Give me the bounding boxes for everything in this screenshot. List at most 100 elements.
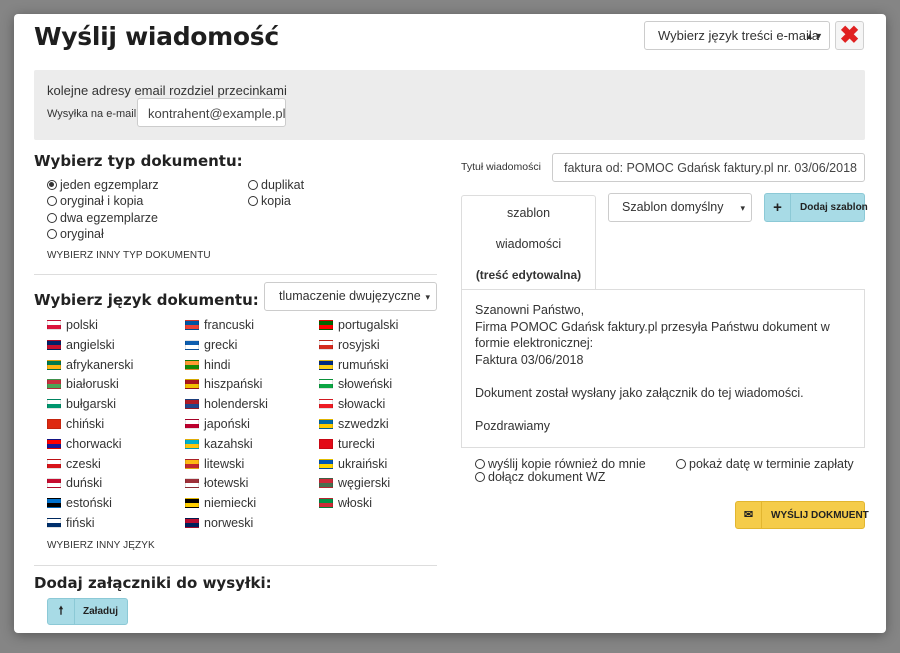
language-option[interactable]: francuski [185, 318, 254, 334]
language-option[interactable]: węgierski [319, 476, 390, 492]
message-body[interactable]: Szanowni Państwo, Firma POMOC Gdańsk fak… [461, 289, 865, 448]
language-option[interactable]: afrykanerski [47, 358, 133, 374]
show-due-date-option[interactable]: pokaż datę w terminie zapłaty [676, 457, 854, 471]
doc-type-option[interactable]: duplikat [248, 178, 304, 192]
language-option[interactable]: portugalski [319, 318, 398, 334]
language-option[interactable]: słoweński [319, 377, 392, 393]
language-option[interactable]: estoński [47, 496, 112, 512]
language-option[interactable]: norweski [185, 516, 253, 532]
add-template-label: Dodaj szablon [800, 202, 868, 213]
language-label: chorwacki [66, 437, 122, 451]
message-line: Firma POMOC Gdańsk faktury.pl przesyła P… [475, 319, 830, 351]
language-label: duński [66, 476, 103, 490]
language-option[interactable]: duński [47, 476, 102, 492]
add-template-button[interactable]: + Dodaj szablon [764, 193, 868, 222]
template-select[interactable]: Szablon domyślny ▾ [608, 193, 752, 222]
email-language-select[interactable]: Wybierz język treści e-maila ▲▼ [644, 21, 830, 50]
flag-icon [319, 379, 333, 389]
language-option[interactable]: grecki [185, 338, 237, 354]
other-doc-type-link[interactable]: WYBIERZ INNY TYP DOKUMENTU [47, 250, 211, 261]
language-label: afrykanerski [66, 358, 134, 372]
flag-icon [319, 320, 333, 330]
subject-input[interactable]: faktura od: POMOC Gdańsk faktury.pl nr. … [552, 153, 865, 182]
language-option[interactable]: japoński [185, 417, 250, 433]
language-option[interactable]: rumuński [319, 358, 389, 374]
language-option[interactable]: rosyjski [319, 338, 380, 354]
caret-down-icon: ▾ [740, 203, 745, 213]
language-label: białoruski [66, 377, 119, 391]
arrow-up-icon: 🠕 [48, 599, 75, 624]
flag-icon [47, 459, 61, 469]
tab-template[interactable]: szablon wiadomości (treść edytowalna) [461, 195, 596, 290]
send-copy-option[interactable]: wyślij kopie również do mnie [475, 457, 646, 471]
language-option[interactable]: hindi [185, 358, 230, 374]
language-label: węgierski [338, 476, 391, 490]
flag-icon [185, 320, 199, 330]
flag-icon [47, 518, 61, 528]
upload-button[interactable]: 🠕 Załaduj [47, 598, 128, 625]
language-option[interactable]: czeski [47, 457, 101, 473]
language-option[interactable]: chiński [47, 417, 104, 433]
flag-icon [185, 340, 199, 350]
language-option[interactable]: hiszpański [185, 377, 262, 393]
email-language-select-value: Wybierz język treści e-maila [658, 28, 819, 43]
doc-type-option[interactable]: kopia [248, 194, 291, 208]
radio-checked-icon [47, 180, 57, 190]
message-line: Dokument został wysłany jako załącznik d… [475, 385, 804, 400]
language-option[interactable]: angielski [47, 338, 115, 354]
language-option[interactable]: polski [47, 318, 98, 334]
doc-type-heading: Wybierz typ dokumentu: [34, 152, 243, 170]
language-option[interactable]: łotewski [185, 476, 248, 492]
radio-icon [676, 459, 686, 469]
language-option[interactable]: turecki [319, 437, 375, 453]
language-label: włoski [338, 496, 373, 510]
email-input[interactable]: kontrahent@example.pl [137, 98, 286, 127]
language-option[interactable]: chorwacki [47, 437, 122, 453]
language-label: czeski [66, 457, 101, 471]
attachments-heading: Dodaj załączniki do wysyłki: [34, 574, 272, 592]
language-option[interactable]: niemiecki [185, 496, 256, 512]
flag-icon [319, 439, 333, 449]
close-button[interactable]: ✖ [835, 21, 864, 50]
language-label: portugalski [338, 318, 399, 332]
flag-icon [47, 320, 61, 330]
language-option[interactable]: słowacki [319, 397, 385, 413]
language-option[interactable]: fiński [47, 516, 94, 532]
doc-type-option[interactable]: jeden egzemplarz [47, 178, 159, 192]
other-language-link[interactable]: WYBIERZ INNY JĘZYK [47, 540, 155, 551]
radio-icon [47, 213, 57, 223]
tab-label: wiadomości [495, 237, 562, 251]
language-option[interactable]: ukraiński [319, 457, 387, 473]
language-option[interactable]: holenderski [185, 397, 268, 413]
flag-icon [47, 340, 61, 350]
language-option[interactable]: włoski [319, 496, 372, 512]
language-option[interactable]: kazahski [185, 437, 253, 453]
language-label: szwedzki [338, 417, 389, 431]
doc-type-option[interactable]: dwa egzemplarze [47, 211, 158, 225]
flag-icon [185, 399, 199, 409]
doc-type-option[interactable]: oryginał [47, 227, 104, 241]
language-label: estoński [66, 496, 112, 510]
caret-down-icon: ▾ [425, 292, 430, 302]
email-section: kolejne adresy email rozdziel przecinkam… [34, 70, 865, 140]
language-label: hindi [204, 358, 231, 372]
flag-icon [319, 360, 333, 370]
doc-language-select[interactable]: tlumaczenie dwujęzyczne ▾ [264, 282, 437, 311]
language-option[interactable]: bułgarski [47, 397, 116, 413]
caret-down-icon: ▲▼ [805, 31, 823, 41]
doc-type-option[interactable]: oryginał i kopia [47, 194, 143, 208]
flag-icon [185, 439, 199, 449]
flag-icon [319, 478, 333, 488]
language-label: hiszpański [204, 377, 263, 391]
language-option[interactable]: szwedzki [319, 417, 389, 433]
radio-icon [248, 180, 258, 190]
message-line: Pozdrawiamy [475, 418, 551, 433]
flag-icon [185, 518, 199, 528]
language-label: ukraiński [338, 457, 388, 471]
language-option[interactable]: białoruski [47, 377, 119, 393]
language-label: angielski [66, 338, 115, 352]
attach-wz-option[interactable]: dołącz dokument WZ [475, 470, 605, 484]
divider [34, 565, 437, 566]
language-option[interactable]: litewski [185, 457, 244, 473]
send-document-button[interactable]: ✉ WYŚLIJ DOKMUENT [735, 501, 869, 529]
